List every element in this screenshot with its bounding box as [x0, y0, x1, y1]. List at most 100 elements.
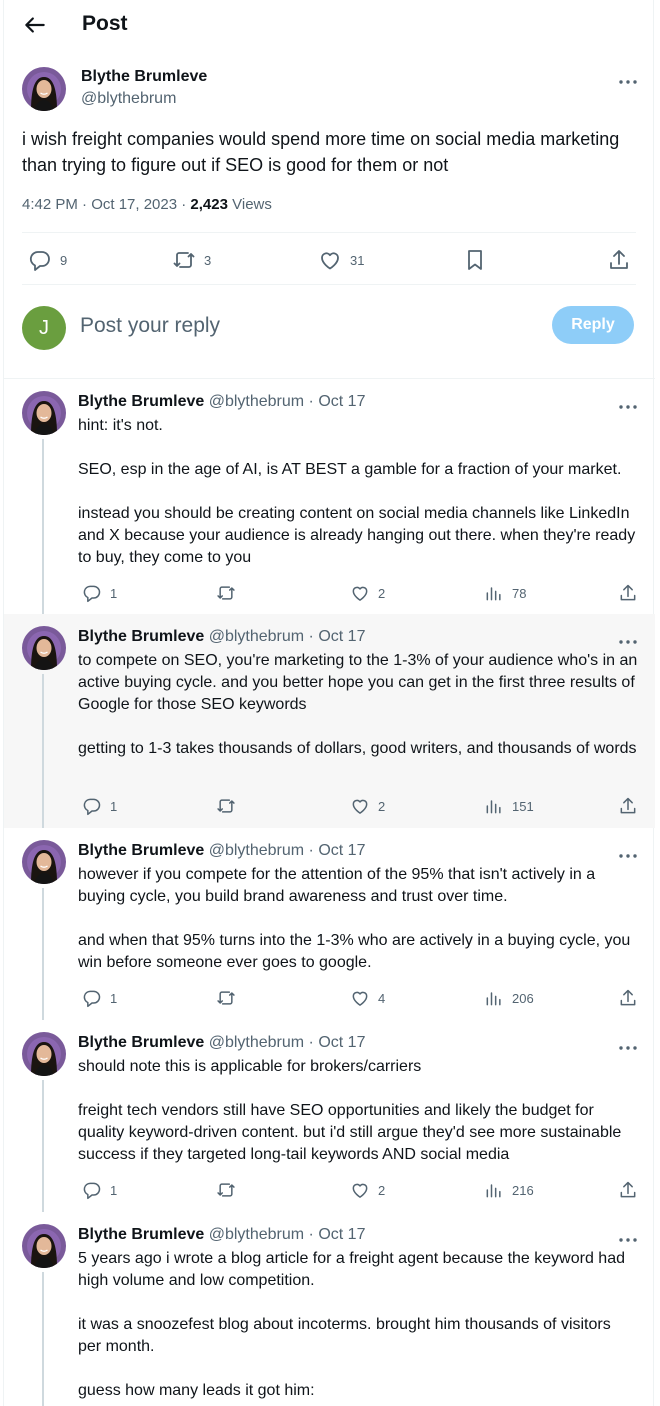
repost-icon — [172, 248, 196, 272]
like-count: 4 — [378, 990, 386, 1006]
back-arrow-icon[interactable] — [22, 12, 48, 38]
views-count: 151 — [512, 798, 534, 814]
repost-icon — [216, 1180, 236, 1200]
author-name[interactable]: Blythe Brumleve — [81, 68, 207, 86]
tweet-header: Blythe Brumleve @blythebrum · Oct 17 — [78, 628, 365, 646]
more-options-icon[interactable] — [616, 1228, 640, 1248]
author-handle-date[interactable]: @blythebrum · Oct 17 — [209, 628, 366, 645]
share-action[interactable] — [618, 583, 638, 603]
reply-action[interactable]: 1 — [82, 583, 117, 603]
author-name[interactable]: Blythe Brumleve — [78, 393, 204, 410]
author-avatar[interactable] — [22, 67, 66, 111]
share-action[interactable] — [618, 1180, 638, 1200]
like-icon — [350, 583, 370, 603]
tweet-paragraph: getting to 1-3 takes thousands of dollar… — [78, 740, 637, 757]
reply-tweet[interactable]: Blythe Brumleve @blythebrum · Oct 17 how… — [4, 828, 655, 1020]
reply-action[interactable]: 1 — [82, 1180, 117, 1200]
author-name[interactable]: Blythe Brumleve — [78, 1226, 204, 1243]
like-action[interactable]: 2 — [350, 1180, 385, 1200]
post-timestamp[interactable]: 4:42 PM · Oct 17, 2023 · — [22, 196, 190, 213]
tweet-header: Blythe Brumleve @blythebrum · Oct 17 — [78, 393, 365, 411]
share-action[interactable] — [618, 796, 638, 816]
author-avatar[interactable] — [22, 1032, 66, 1076]
divider — [22, 284, 636, 285]
like-count: 31 — [350, 252, 365, 268]
tweet-paragraph: it was a snoozefest blog about incoterms… — [78, 1316, 611, 1355]
author-handle-date[interactable]: @blythebrum · Oct 17 — [209, 842, 366, 859]
reply-count: 1 — [110, 585, 118, 601]
repost-action[interactable] — [216, 583, 236, 603]
reply-icon — [82, 988, 102, 1008]
tweet-text: hint: it's not. SEO, esp in the age of A… — [78, 415, 638, 569]
views-action[interactable]: 206 — [484, 988, 534, 1008]
author-name[interactable]: Blythe Brumleve — [78, 842, 204, 859]
tweet-text: 5 years ago i wrote a blog article for a… — [78, 1248, 638, 1402]
reply-tweet[interactable]: Blythe Brumleve @blythebrum · Oct 17 to … — [4, 614, 655, 828]
author-avatar[interactable] — [22, 626, 66, 670]
like-action[interactable]: 31 — [318, 248, 364, 272]
views-count: 78 — [512, 585, 527, 601]
like-action[interactable]: 4 — [350, 988, 385, 1008]
thread-line — [42, 1080, 44, 1212]
reply-input[interactable] — [80, 311, 520, 341]
more-options-icon[interactable] — [616, 1036, 640, 1056]
more-options-icon[interactable] — [616, 630, 640, 650]
share-icon — [607, 248, 631, 272]
tweet-text: should note this is applicable for broke… — [78, 1056, 638, 1166]
more-options-icon[interactable] — [616, 844, 640, 864]
thread-line — [42, 888, 44, 1020]
author-name[interactable]: Blythe Brumleve — [78, 628, 204, 645]
author-avatar[interactable] — [22, 1224, 66, 1268]
share-icon — [618, 1180, 638, 1200]
author-handle-date[interactable]: @blythebrum · Oct 17 — [209, 393, 366, 410]
tweet-header: Blythe Brumleve @blythebrum · Oct 17 — [78, 842, 365, 860]
author-name[interactable]: Blythe Brumleve — [78, 1034, 204, 1051]
repost-action[interactable] — [216, 1180, 236, 1200]
more-options-icon[interactable] — [616, 70, 640, 90]
reply-tweet[interactable]: Blythe Brumleve @blythebrum · Oct 17 5 y… — [4, 1212, 655, 1406]
like-action[interactable]: 2 — [350, 583, 385, 603]
more-options-icon[interactable] — [616, 395, 640, 415]
share-icon — [618, 796, 638, 816]
views-action[interactable]: 78 — [484, 583, 526, 603]
repost-icon — [216, 796, 236, 816]
repost-icon — [216, 583, 236, 603]
bookmark-action[interactable] — [463, 248, 487, 272]
share-action[interactable] — [607, 248, 631, 272]
like-icon — [318, 248, 342, 272]
author-handle[interactable]: @blythebrum — [81, 90, 176, 108]
share-action[interactable] — [618, 988, 638, 1008]
reply-action[interactable]: 1 — [82, 796, 117, 816]
post-meta: 4:42 PM · Oct 17, 2023 · 2,423 Views — [22, 196, 272, 213]
reply-tweet[interactable]: Blythe Brumleve @blythebrum · Oct 17 hin… — [4, 379, 655, 614]
reply-count: 1 — [110, 1182, 118, 1198]
author-handle-date[interactable]: @blythebrum · Oct 17 — [209, 1226, 366, 1243]
views-action[interactable]: 216 — [484, 1180, 534, 1200]
tweet-paragraph: instead you should be creating content o… — [78, 505, 636, 566]
repost-action[interactable] — [216, 988, 236, 1008]
views-label: Views — [227, 196, 272, 213]
reply-count: 9 — [60, 252, 68, 268]
reply-action[interactable]: 9 — [28, 248, 67, 272]
tweet-paragraph: guess how many leads it got him: — [78, 1382, 315, 1399]
reply-action[interactable]: 1 — [82, 988, 117, 1008]
repost-action[interactable]: 3 — [172, 248, 211, 272]
reply-button[interactable]: Reply — [552, 306, 634, 344]
repost-action[interactable] — [216, 796, 236, 816]
author-avatar[interactable] — [22, 840, 66, 884]
views-count: 2,423 — [190, 196, 228, 213]
reply-icon — [28, 248, 52, 272]
like-action[interactable]: 2 — [350, 796, 385, 816]
reply-tweet[interactable]: Blythe Brumleve @blythebrum · Oct 17 sho… — [4, 1020, 655, 1212]
user-avatar: J — [22, 306, 66, 350]
thread-line — [42, 1272, 44, 1406]
author-avatar[interactable] — [22, 391, 66, 435]
views-icon — [484, 988, 504, 1008]
author-handle-date[interactable]: @blythebrum · Oct 17 — [209, 1034, 366, 1051]
reply-icon — [82, 1180, 102, 1200]
tweet-paragraph: SEO, esp in the age of AI, is AT BEST a … — [78, 461, 622, 478]
post-page: Post Blythe Brumleve @blythebrum i wish … — [3, 0, 655, 1406]
thread-line — [42, 674, 44, 828]
views-action[interactable]: 151 — [484, 796, 534, 816]
reply-icon — [82, 796, 102, 816]
